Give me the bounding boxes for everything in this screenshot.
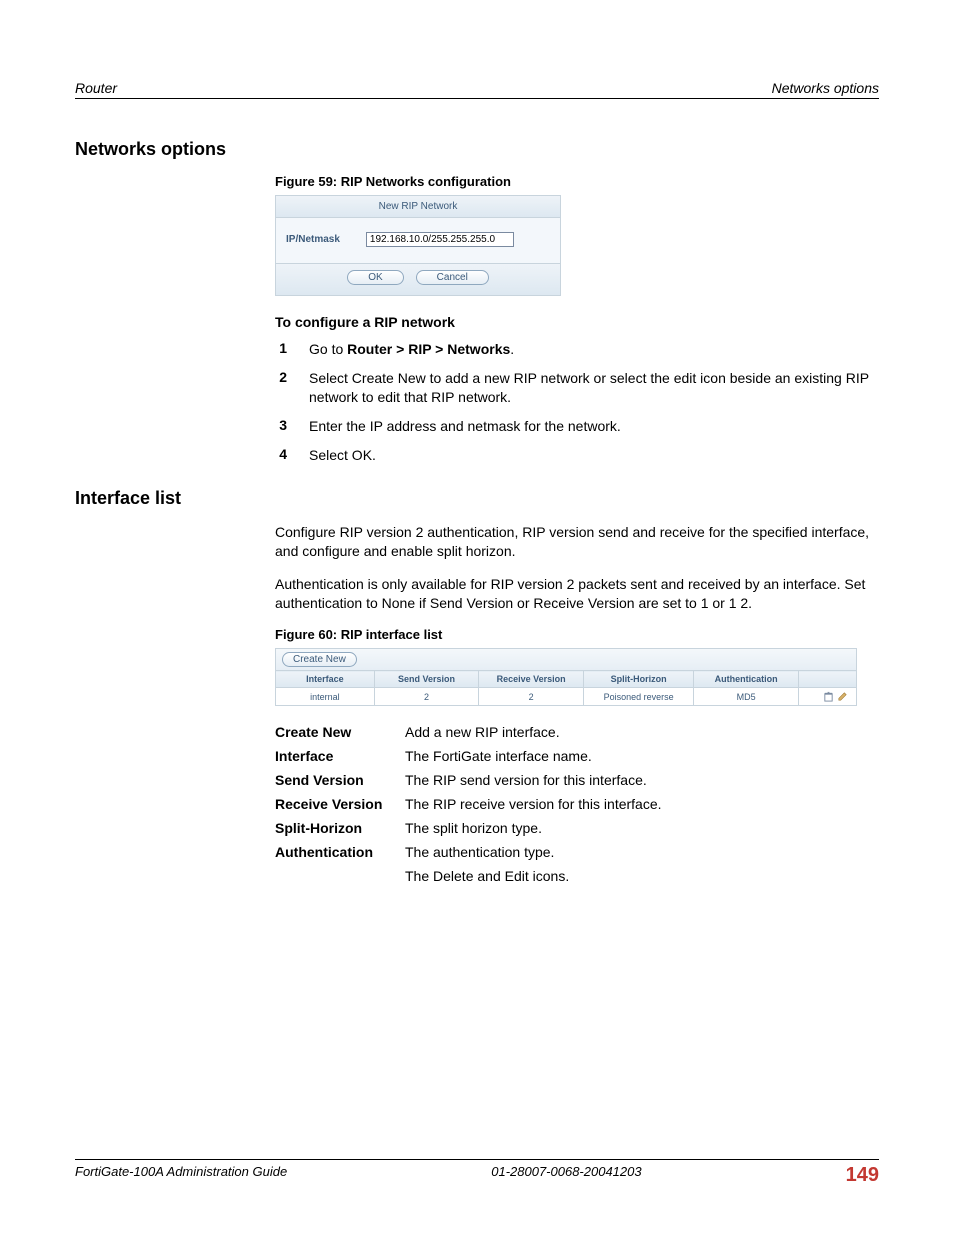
def-icons-desc: The Delete and Edit icons. [405,868,879,884]
cell-send-version: 2 [374,688,479,706]
header-right: Networks options [772,80,879,96]
def-split-horizon-desc: The split horizon type. [405,820,879,836]
col-interface: Interface [276,671,375,688]
create-new-button[interactable]: Create New [282,652,357,667]
cell-receive-version: 2 [479,688,584,706]
procedure-heading: To configure a RIP network [275,314,879,330]
def-authentication-desc: The authentication type. [405,844,879,860]
page-number: 149 [846,1164,879,1187]
header-left: Router [75,80,117,96]
step-3-text: Enter the IP address and netmask for the… [309,417,879,436]
delete-icon[interactable] [823,691,834,702]
ip-netmask-label: IP/Netmask [286,234,340,245]
col-split-horizon: Split-Horizon [583,671,693,688]
col-authentication: Authentication [694,671,799,688]
def-send-version-desc: The RIP send version for this interface. [405,772,879,788]
step-2: 2 Select Create New to add a new RIP net… [275,369,879,407]
def-create-new-desc: Add a new RIP interface. [405,724,879,740]
def-split-horizon-term: Split-Horizon [275,820,405,836]
section-interface-list: Interface list [75,488,879,509]
page-footer: FortiGate-100A Administration Guide 01-2… [75,1159,879,1187]
def-send-version-term: Send Version [275,772,405,788]
col-receive-version: Receive Version [479,671,584,688]
step-4-number: 4 [275,446,287,465]
def-interface-term: Interface [275,748,405,764]
def-authentication-term: Authentication [275,844,405,860]
figure-59-caption: Figure 59: RIP Networks configuration [275,174,879,189]
cancel-button[interactable]: Cancel [416,270,489,285]
col-send-version: Send Version [374,671,479,688]
step-4-text: Select OK. [309,446,879,465]
step-1: 1 Go to Router > RIP > Networks. [275,340,879,359]
cell-interface: internal [276,688,375,706]
rip-network-dialog: New RIP Network IP/Netmask OK Cancel [275,195,561,296]
def-receive-version-desc: The RIP receive version for this interfa… [405,796,879,812]
procedure-list: 1 Go to Router > RIP > Networks. 2 Selec… [275,340,879,464]
def-create-new-term: Create New [275,724,405,740]
def-interface-desc: The FortiGate interface name. [405,748,879,764]
footer-left: FortiGate-100A Administration Guide [75,1164,287,1187]
footer-center: 01-28007-0068-20041203 [491,1164,641,1187]
ip-netmask-input[interactable] [366,232,514,247]
step-3: 3 Enter the IP address and netmask for t… [275,417,879,436]
step-1-text: Go to Router > RIP > Networks. [309,340,879,359]
running-header: Router Networks options [75,80,879,99]
step-2-number: 2 [275,369,287,407]
def-receive-version-term: Receive Version [275,796,405,812]
cell-split-horizon: Poisoned reverse [583,688,693,706]
rip-interface-table: Create New Interface Send Version Receiv… [275,648,857,706]
edit-icon[interactable] [837,691,848,702]
ok-button[interactable]: OK [347,270,403,285]
figure-60-caption: Figure 60: RIP interface list [275,627,879,642]
def-icons-term [275,868,405,884]
table-row: internal 2 2 Poisoned reverse MD5 [276,688,857,706]
interface-list-para-2: Authentication is only available for RIP… [275,575,879,613]
definition-list: Create NewAdd a new RIP interface. Inter… [275,724,879,884]
step-3-number: 3 [275,417,287,436]
step-4: 4 Select OK. [275,446,879,465]
interface-list-para-1: Configure RIP version 2 authentication, … [275,523,879,561]
step-1-number: 1 [275,340,287,359]
dialog-title: New RIP Network [276,196,560,218]
cell-authentication: MD5 [694,688,799,706]
col-actions [798,671,856,688]
section-networks-options: Networks options [75,139,879,160]
step-2-text: Select Create New to add a new RIP netwo… [309,369,879,407]
